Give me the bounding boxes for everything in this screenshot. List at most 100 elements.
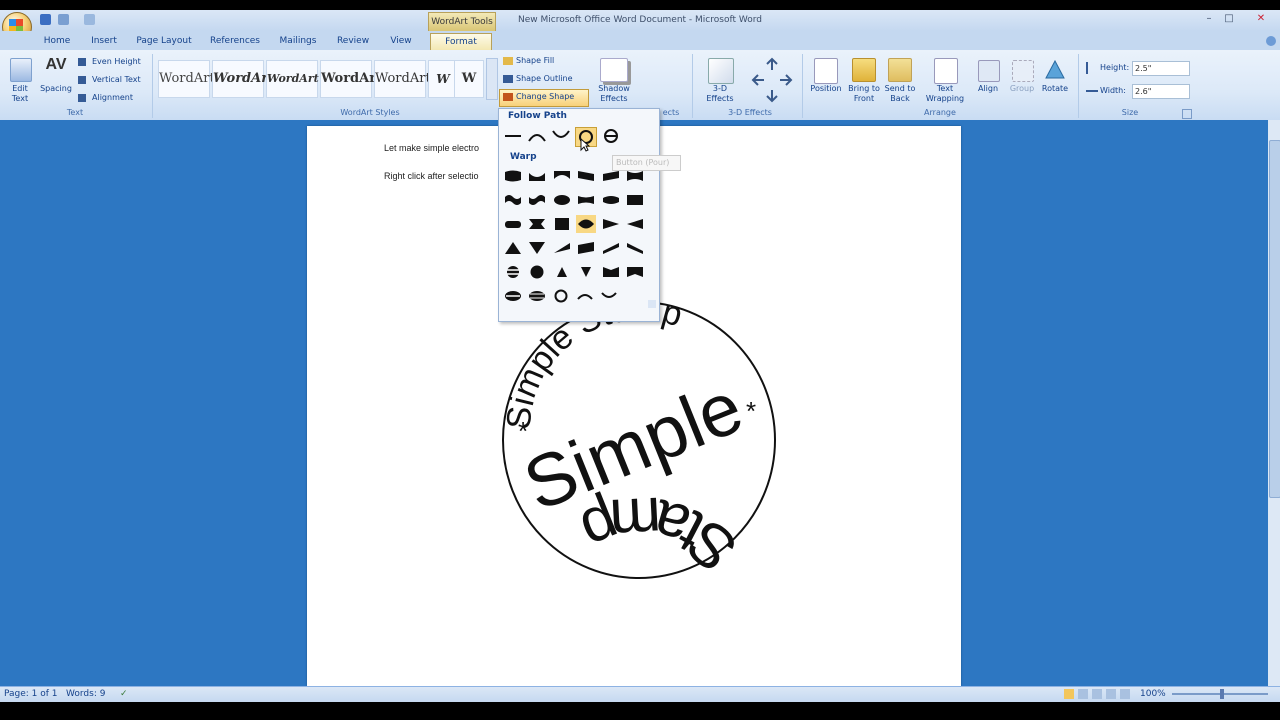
wordart-style-1[interactable]: WordArt — [158, 60, 215, 98]
warp-shape-icon[interactable] — [503, 191, 523, 209]
3d-effects-button[interactable]: 3-D Effects — [698, 84, 742, 104]
warp-shape-icon[interactable] — [527, 239, 547, 257]
send-to-back-button[interactable]: Send to Back — [878, 84, 922, 104]
rotate-button[interactable]: Rotate — [1036, 84, 1074, 94]
warp-shape-icon[interactable] — [625, 167, 645, 185]
even-height-button[interactable]: Even Height — [92, 57, 152, 67]
warp-shape-icon[interactable] — [552, 263, 572, 281]
arch-down-shape-icon[interactable] — [551, 127, 571, 145]
edit-text-button[interactable]: Edit Text — [6, 84, 34, 104]
alignment-button[interactable]: Alignment — [92, 93, 150, 103]
tab-review[interactable]: Review — [332, 33, 374, 49]
spacing-icon: AV — [45, 56, 67, 73]
warp-shape-icon[interactable] — [551, 287, 571, 305]
warp-shape-icon[interactable] — [576, 191, 596, 209]
spacing-button[interactable]: Spacing — [38, 84, 74, 94]
tab-format[interactable]: Format — [430, 33, 492, 50]
wordart-style-4[interactable]: WordArt — [320, 60, 382, 98]
warp-shape-icon[interactable] — [527, 167, 547, 185]
warp-shape-icon[interactable] — [503, 167, 523, 185]
warp-shape-icon[interactable] — [601, 215, 621, 233]
zoom-level[interactable]: 100% — [1140, 689, 1168, 699]
tab-page-layout[interactable]: Page Layout — [134, 33, 194, 49]
arch-up-shape-icon[interactable] — [527, 127, 547, 145]
warp-shape-icon[interactable] — [601, 263, 621, 281]
redo-icon[interactable] — [84, 14, 95, 25]
size-label: Size — [1121, 108, 1139, 117]
warp-shape-icon[interactable] — [576, 239, 596, 257]
warp-shape-icon[interactable] — [625, 263, 645, 281]
warp-shape-icon[interactable] — [599, 287, 619, 305]
group-button[interactable]: Group — [1004, 84, 1040, 94]
tab-insert[interactable]: Insert — [86, 33, 122, 49]
change-shape-button[interactable]: Change Shape — [516, 92, 586, 102]
warp-shape-icon[interactable] — [552, 191, 572, 209]
web-layout-view-icon[interactable] — [1092, 689, 1102, 699]
warp-shape-icon[interactable] — [601, 239, 621, 257]
plain-text-shape-icon[interactable] — [503, 127, 523, 145]
tab-mailings[interactable]: Mailings — [276, 33, 320, 49]
warp-shape-icon[interactable] — [503, 215, 523, 233]
warp-shape-icon[interactable] — [552, 239, 572, 257]
warp-shape-icon[interactable] — [527, 263, 547, 281]
warp-shape-icon[interactable] — [625, 191, 645, 209]
tab-home[interactable]: Home — [40, 33, 74, 49]
warp-shape-icon[interactable] — [503, 239, 523, 257]
warp-shape-icon[interactable] — [575, 287, 595, 305]
wordart-style-2[interactable]: WordArt — [212, 60, 274, 98]
wordart-style-5[interactable]: WordArt — [374, 60, 431, 98]
proofing-check-icon[interactable]: ✓ — [120, 689, 130, 699]
warp-shape-icon[interactable] — [552, 215, 572, 233]
undo-icon[interactable] — [58, 14, 69, 25]
page-count[interactable]: Page: 1 of 1 — [4, 689, 64, 699]
warp-shape-icon[interactable] — [552, 167, 572, 185]
warp-shape-icon[interactable] — [576, 167, 596, 185]
shape-outline-button[interactable]: Shape Outline — [516, 74, 586, 84]
align-button[interactable]: Align — [972, 84, 1004, 94]
button-pour-shape-icon[interactable] — [601, 127, 621, 145]
warp-shape-icon[interactable] — [601, 167, 621, 185]
vertical-text-button[interactable]: Vertical Text — [92, 75, 152, 85]
print-layout-view-icon[interactable] — [1064, 689, 1074, 699]
gallery-scroll-up-icon[interactable] — [648, 110, 656, 118]
stamp-wordart[interactable]: Simple Stamp Simple Stamp * * — [496, 289, 786, 640]
tab-view[interactable]: View — [384, 33, 418, 49]
view-buttons[interactable] — [1064, 689, 1136, 699]
wordart-style-w[interactable]: W — [454, 60, 484, 98]
warp-shape-icon[interactable] — [576, 263, 596, 281]
zoom-slider-thumb[interactable] — [1220, 689, 1224, 699]
warp-shape-icon[interactable] — [503, 263, 523, 281]
width-input[interactable]: 2.6" — [1132, 84, 1190, 99]
text-wrapping-button[interactable]: Text Wrapping — [920, 84, 970, 104]
warp-shape-icon[interactable] — [503, 287, 523, 305]
wordart-style-3[interactable]: WordArt — [266, 60, 319, 98]
shadow-nudge-icon[interactable] — [644, 58, 684, 102]
full-screen-view-icon[interactable] — [1078, 689, 1088, 699]
outline-view-icon[interactable] — [1106, 689, 1116, 699]
document-line-1: Let make simple electro — [384, 143, 480, 153]
gallery-scroll-icon[interactable] — [486, 58, 498, 100]
warp-shape-icon[interactable] — [625, 215, 645, 233]
draft-view-icon[interactable] — [1120, 689, 1130, 699]
warp-shape-icon[interactable] — [625, 239, 645, 257]
shadow-effects-button[interactable]: Shadow Effects — [592, 84, 636, 104]
gallery-resize-icon[interactable] — [648, 300, 656, 308]
shape-fill-button[interactable]: Shape Fill — [516, 56, 576, 66]
save-icon[interactable] — [40, 14, 51, 25]
height-input[interactable]: 2.5" — [1132, 61, 1190, 76]
minimize-button[interactable]: – — [1202, 12, 1216, 26]
maximize-button[interactable]: □ — [1222, 12, 1236, 26]
warp-shape-icon[interactable] — [576, 215, 597, 233]
tab-references[interactable]: References — [206, 33, 264, 49]
warp-shape-icon[interactable] — [527, 215, 547, 233]
warp-shape-icon[interactable] — [527, 191, 547, 209]
warp-shape-icon[interactable] — [601, 191, 621, 209]
word-count[interactable]: Words: 9 — [66, 689, 116, 699]
scrollbar-thumb[interactable] — [1269, 140, 1280, 498]
close-button[interactable]: ✕ — [1254, 12, 1268, 26]
warp-shape-icon[interactable] — [527, 287, 547, 305]
help-icon[interactable] — [1266, 36, 1276, 46]
text-wrapping-icon — [934, 58, 958, 84]
3d-tilt-icons[interactable] — [750, 56, 794, 104]
size-dialog-launcher-icon[interactable] — [1182, 109, 1192, 119]
